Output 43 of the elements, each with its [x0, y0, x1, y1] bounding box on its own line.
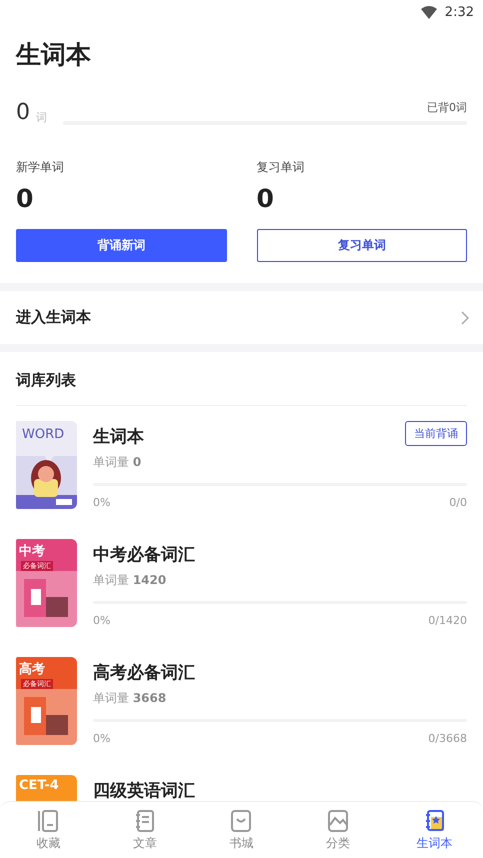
- learned-count: 已背0词: [427, 100, 467, 115]
- learn-new-button[interactable]: 背诵新词: [16, 229, 226, 262]
- nav-tab[interactable]: 收藏: [0, 802, 97, 858]
- nav-tab[interactable]: 生词本: [386, 802, 483, 858]
- word-total: 单词量 0: [93, 454, 142, 471]
- progress-count: 0/0: [449, 496, 467, 509]
- wordbook-name[interactable]: 四级英语词汇: [93, 779, 195, 802]
- wordbook-name[interactable]: 高考必备词汇: [93, 661, 195, 684]
- stat-label: 新学单词: [16, 159, 65, 176]
- bag-icon: [230, 808, 252, 832]
- word-count: 0: [16, 101, 30, 125]
- page-title: 生词本: [16, 39, 92, 71]
- frame-icon: [327, 808, 350, 832]
- cover-title: 高考: [19, 660, 45, 678]
- progress-count: 0/3668: [428, 732, 467, 745]
- progress-percent: 0%: [93, 496, 110, 509]
- cover-title: WORD: [22, 427, 64, 442]
- current-badge: 当前背诵: [405, 421, 467, 446]
- review-button[interactable]: 复习单词: [256, 229, 467, 262]
- section-heading: 词库列表: [16, 352, 467, 406]
- stat-label: 复习单词: [256, 159, 306, 176]
- wordbook-name[interactable]: 中考必备词汇: [93, 543, 195, 566]
- progress-count: 0/1420: [428, 614, 467, 627]
- wifi-icon: [420, 6, 437, 18]
- stat-value: 0: [16, 184, 34, 213]
- cover-title: 中考: [19, 543, 45, 560]
- word-total: 单词量 3668: [93, 690, 168, 707]
- nav-tab[interactable]: 分类: [290, 802, 386, 858]
- document-icon: [134, 808, 156, 832]
- nav-tab[interactable]: 书城: [193, 802, 290, 858]
- wordbook-name[interactable]: 生词本: [93, 425, 144, 448]
- status-time: 2:32: [444, 4, 474, 20]
- word-total: 单词量 1420: [93, 572, 168, 589]
- enter-wordbook-label: 进入生词本: [16, 308, 91, 327]
- progress-percent: 0%: [93, 732, 110, 745]
- stat-value: 0: [256, 184, 275, 213]
- enter-wordbook-row[interactable]: 进入生词本: [0, 291, 483, 344]
- chevron-icon: [461, 310, 469, 324]
- cover-title: CET-4: [19, 778, 59, 793]
- nav-tab[interactable]: 文章: [96, 802, 194, 858]
- progress-percent: 0%: [93, 614, 110, 627]
- notebook-icon: [37, 808, 60, 832]
- word-unit: 词: [36, 110, 47, 125]
